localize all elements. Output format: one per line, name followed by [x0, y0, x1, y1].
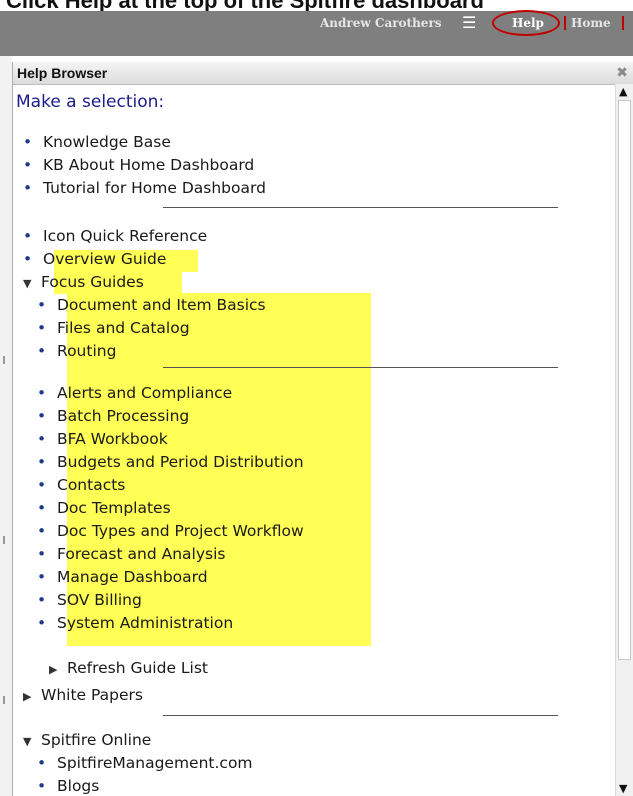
panel-header: Help Browser ✖: [13, 62, 633, 85]
list-item[interactable]: ▼ Focus Guides: [23, 271, 144, 295]
link-files-catalog[interactable]: Files and Catalog: [57, 319, 190, 337]
link-icon-quick-reference[interactable]: Icon Quick Reference: [43, 227, 207, 245]
bullet-icon: •: [37, 296, 47, 314]
link-blogs[interactable]: Blogs: [57, 777, 99, 795]
list-item[interactable]: • Contacts: [37, 474, 125, 496]
link-forecast-analysis[interactable]: Forecast and Analysis: [57, 545, 225, 563]
link-routing[interactable]: Routing: [57, 342, 116, 360]
bullet-icon: •: [37, 591, 47, 609]
bullet-icon: •: [37, 384, 47, 402]
list-item[interactable]: • Forecast and Analysis: [37, 543, 225, 565]
background-page-edge: [0, 56, 12, 796]
bullet-icon: •: [23, 179, 33, 197]
vertical-scrollbar[interactable]: ▲ ▼: [615, 84, 633, 796]
nav-separator: [564, 16, 566, 30]
list-item[interactable]: ▼ Spitfire Online: [23, 729, 151, 753]
selection-prompt: Make a selection:: [16, 92, 165, 112]
list-item[interactable]: • Blogs: [37, 775, 99, 796]
bullet-icon: •: [23, 156, 33, 174]
list-item[interactable]: • SOV Billing: [37, 589, 142, 611]
link-focus-guides[interactable]: Focus Guides: [41, 273, 144, 291]
list-item[interactable]: • Document and Item Basics: [37, 294, 266, 316]
user-name-link[interactable]: Andrew Carothers: [320, 12, 442, 34]
divider: [163, 367, 558, 368]
link-bfa-workbook[interactable]: BFA Workbook: [57, 430, 168, 448]
list-item[interactable]: • Manage Dashboard: [37, 566, 208, 588]
link-white-papers[interactable]: White Papers: [41, 686, 143, 704]
home-link[interactable]: Home: [571, 12, 611, 34]
bullet-icon: •: [37, 777, 47, 795]
link-spitfire-online[interactable]: Spitfire Online: [41, 731, 151, 749]
list-item[interactable]: • Budgets and Period Distribution: [37, 451, 304, 473]
list-item[interactable]: ▶ Refresh Guide List: [49, 657, 208, 681]
bullet-icon: •: [37, 614, 47, 632]
link-kb-about-home-dashboard[interactable]: KB About Home Dashboard: [43, 156, 254, 174]
link-contacts[interactable]: Contacts: [57, 476, 125, 494]
link-doc-types-project-workflow[interactable]: Doc Types and Project Workflow: [57, 522, 304, 540]
list-item[interactable]: • Doc Templates: [37, 497, 171, 519]
bullet-icon: •: [37, 545, 47, 563]
expand-triangle-icon[interactable]: ▶: [23, 686, 41, 708]
instruction-caption: Click Help at the top of the Spitfire da…: [6, 0, 484, 13]
bullet-icon: •: [37, 407, 47, 425]
collapse-triangle-icon[interactable]: ▼: [23, 273, 41, 295]
list-item[interactable]: • Routing: [37, 340, 116, 362]
collapse-triangle-icon[interactable]: ▼: [23, 731, 41, 753]
list-item[interactable]: • Icon Quick Reference: [23, 225, 207, 247]
link-knowledge-base[interactable]: Knowledge Base: [43, 133, 171, 151]
bullet-icon: •: [37, 319, 47, 337]
top-navigation-bar: Andrew Carothers ☰ Help Home: [0, 10, 633, 56]
bullet-icon: •: [23, 227, 33, 245]
bullet-icon: •: [37, 499, 47, 517]
divider: [163, 715, 558, 716]
link-document-item-basics[interactable]: Document and Item Basics: [57, 296, 266, 314]
list-item[interactable]: • Batch Processing: [37, 405, 189, 427]
bullet-icon: •: [23, 133, 33, 151]
bullet-icon: •: [37, 342, 47, 360]
link-spitfiremanagement-com[interactable]: SpitfireManagement.com: [57, 754, 253, 772]
hamburger-menu-icon[interactable]: ☰: [462, 12, 476, 34]
link-refresh-guide-list[interactable]: Refresh Guide List: [67, 659, 208, 677]
list-item[interactable]: • Knowledge Base: [23, 131, 171, 153]
bullet-icon: •: [37, 754, 47, 772]
list-item[interactable]: • System Administration: [37, 612, 233, 634]
list-item[interactable]: • KB About Home Dashboard: [23, 154, 254, 176]
link-manage-dashboard[interactable]: Manage Dashboard: [57, 568, 208, 586]
panel-title: Help Browser: [17, 65, 108, 81]
link-doc-templates[interactable]: Doc Templates: [57, 499, 171, 517]
link-budgets-period-distribution[interactable]: Budgets and Period Distribution: [57, 453, 304, 471]
scroll-down-arrow-icon[interactable]: ▼: [619, 782, 627, 795]
nav-separator: [622, 16, 624, 30]
list-item[interactable]: ▶ White Papers: [23, 684, 143, 708]
link-overview-guide[interactable]: Overview Guide: [43, 250, 166, 268]
help-link[interactable]: Help: [498, 12, 558, 34]
help-content: Make a selection: • Knowledge Base • KB Ab…: [13, 84, 613, 796]
link-batch-processing[interactable]: Batch Processing: [57, 407, 189, 425]
close-icon[interactable]: ✖: [616, 62, 628, 84]
list-item[interactable]: • BFA Workbook: [37, 428, 168, 450]
scrollbar-thumb[interactable]: [618, 100, 631, 660]
list-item[interactable]: • Overview Guide: [23, 248, 166, 270]
bullet-icon: •: [37, 453, 47, 471]
bullet-icon: •: [37, 430, 47, 448]
list-item[interactable]: • Tutorial for Home Dashboard: [23, 177, 266, 199]
link-alerts-compliance[interactable]: Alerts and Compliance: [57, 384, 232, 402]
expand-triangle-icon[interactable]: ▶: [49, 659, 67, 681]
link-system-administration[interactable]: System Administration: [57, 614, 233, 632]
list-item[interactable]: • Alerts and Compliance: [37, 382, 232, 404]
scroll-up-arrow-icon[interactable]: ▲: [619, 85, 627, 98]
list-item[interactable]: • Doc Types and Project Workflow: [37, 520, 304, 542]
bullet-icon: •: [37, 522, 47, 540]
list-item[interactable]: • SpitfireManagement.com: [37, 752, 253, 774]
link-sov-billing[interactable]: SOV Billing: [57, 591, 142, 609]
bullet-icon: •: [37, 476, 47, 494]
bullet-icon: •: [37, 568, 47, 586]
divider: [163, 207, 558, 208]
help-browser-panel: Help Browser ✖ Make a selection: • Knowle…: [12, 62, 633, 796]
list-item[interactable]: • Files and Catalog: [37, 317, 190, 339]
bullet-icon: •: [23, 250, 33, 268]
link-tutorial-home-dashboard[interactable]: Tutorial for Home Dashboard: [43, 179, 266, 197]
